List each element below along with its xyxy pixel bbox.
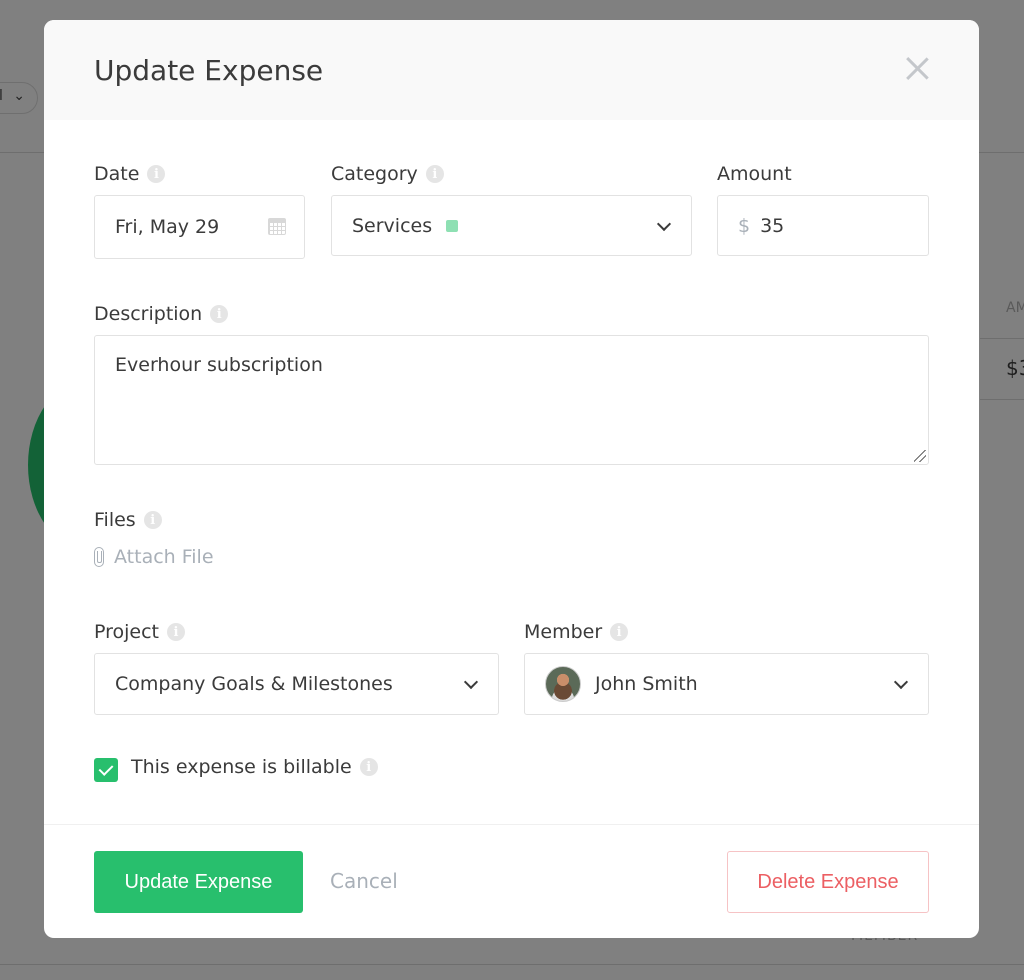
date-label: Date i <box>94 163 166 185</box>
description-label: Description i <box>94 303 229 325</box>
footer-divider <box>44 824 979 825</box>
update-expense-modal: Update Expense Date i Fri, May 29 Catego… <box>44 20 979 938</box>
project-select[interactable]: Company Goals & Milestones <box>94 653 499 715</box>
background-divider <box>980 338 1024 339</box>
project-value: Company Goals & Milestones <box>115 673 393 695</box>
background-divider <box>980 399 1024 400</box>
background-filter-pill: l ⌄ <box>0 82 38 114</box>
chevron-down-icon <box>893 674 909 690</box>
info-icon[interactable]: i <box>610 623 629 641</box>
background-pill-label: l <box>0 88 3 104</box>
member-label: Member i <box>524 621 629 643</box>
amount-label: Amount <box>717 163 792 185</box>
description-label-text: Description <box>94 303 203 325</box>
amount-input[interactable]: $ 35 <box>717 195 929 256</box>
delete-expense-button[interactable]: Delete Expense <box>727 851 929 913</box>
member-select[interactable]: John Smith <box>524 653 929 715</box>
description-value: Everhour subscription <box>115 354 323 376</box>
files-label: Files i <box>94 509 162 531</box>
paperclip-icon <box>94 547 104 567</box>
resize-handle-icon[interactable] <box>914 450 926 462</box>
cancel-button[interactable]: Cancel <box>330 869 398 893</box>
category-color-swatch <box>446 219 459 232</box>
update-expense-button[interactable]: Update Expense <box>94 851 303 913</box>
attach-file-link[interactable]: Attach File <box>94 546 214 568</box>
modal-title: Update Expense <box>94 54 324 87</box>
billable-label: This expense is billable i <box>131 756 378 778</box>
category-label-text: Category <box>331 163 418 185</box>
member-label-text: Member <box>524 621 603 643</box>
date-input[interactable]: Fri, May 29 <box>94 195 305 259</box>
project-label-text: Project <box>94 621 160 643</box>
background-cell-value: $3 <box>1006 356 1024 380</box>
info-icon[interactable]: i <box>167 623 186 641</box>
chevron-down-icon: ⌄ <box>13 88 25 104</box>
category-value: Services <box>352 214 433 237</box>
background-column-header: AM <box>1006 300 1024 316</box>
amount-value: 35 <box>760 214 785 237</box>
chevron-down-icon <box>656 216 672 231</box>
date-value: Fri, May 29 <box>115 216 220 238</box>
category-label: Category i <box>331 163 444 185</box>
description-textarea[interactable]: Everhour subscription <box>94 335 929 465</box>
info-icon[interactable]: i <box>425 165 444 183</box>
info-icon[interactable]: i <box>143 511 162 529</box>
currency-symbol: $ <box>738 214 751 237</box>
attach-file-label: Attach File <box>114 546 214 568</box>
amount-label-text: Amount <box>717 163 792 185</box>
close-icon[interactable] <box>905 56 929 80</box>
member-value: John Smith <box>595 673 698 695</box>
modal-header: Update Expense <box>44 20 979 120</box>
avatar <box>545 666 581 702</box>
calendar-icon[interactable] <box>268 218 286 235</box>
info-icon[interactable]: i <box>359 758 378 776</box>
chevron-down-icon <box>463 674 479 690</box>
project-label: Project i <box>94 621 186 643</box>
background-divider <box>0 964 1024 965</box>
category-select[interactable]: Services <box>331 195 692 256</box>
files-label-text: Files <box>94 509 136 531</box>
billable-checkbox[interactable] <box>94 758 118 782</box>
billable-label-text[interactable]: This expense is billable <box>131 756 352 778</box>
date-label-text: Date <box>94 163 140 185</box>
info-icon[interactable]: i <box>210 305 229 323</box>
info-icon[interactable]: i <box>147 165 166 183</box>
